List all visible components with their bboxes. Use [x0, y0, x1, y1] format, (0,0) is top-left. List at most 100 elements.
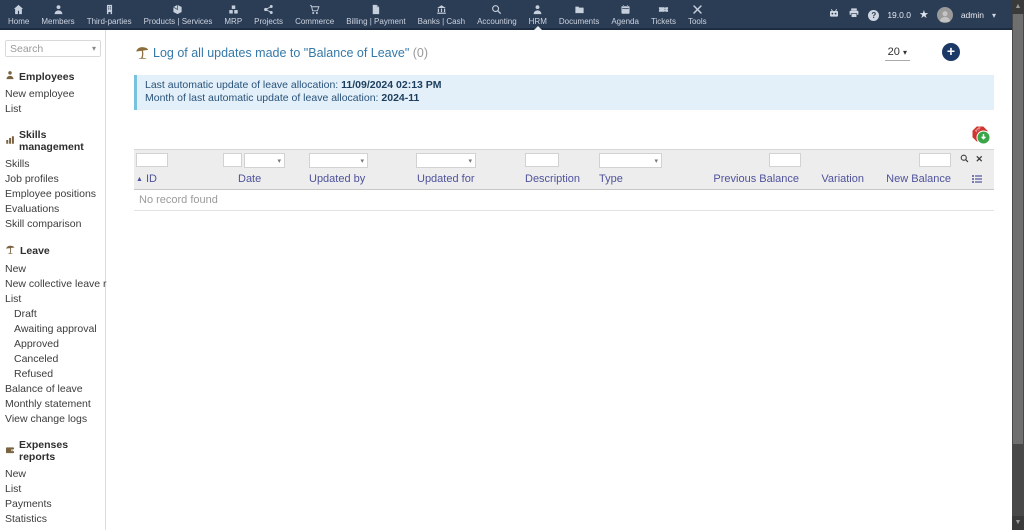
nav-item-label: Agenda	[611, 16, 639, 26]
nav-item-accounting[interactable]: Accounting	[471, 0, 523, 28]
sidebar-item-leave-canceled[interactable]: Canceled	[5, 351, 101, 366]
column-header-id[interactable]: ▲ ID	[136, 173, 157, 185]
bookmark-star-icon[interactable]: ★	[919, 9, 929, 21]
clear-filters-icon[interactable]: ✕	[975, 154, 983, 165]
nav-item-label: Accounting	[477, 16, 517, 26]
sidebar-item-leave-awaiting-approval[interactable]: Awaiting approval	[5, 321, 101, 336]
nav-item-banks-cash[interactable]: Banks | Cash	[412, 0, 471, 28]
sidebar-item-leave-draft[interactable]: Draft	[5, 306, 101, 321]
page-size-select[interactable]: 20 ▾	[884, 45, 910, 61]
sidebar-item-skill-comparison[interactable]: Skill comparison	[5, 216, 101, 231]
sidebar-item-job-profiles[interactable]: Job profiles	[5, 171, 101, 186]
column-header-new-balance[interactable]: New Balance	[886, 173, 951, 185]
nav-item-label: HRM	[528, 16, 547, 26]
column-selector-icon[interactable]	[971, 173, 983, 188]
robot-icon[interactable]	[828, 6, 840, 24]
column-header-type[interactable]: Type	[599, 173, 623, 185]
filter-id-input[interactable]	[136, 153, 168, 167]
nav-item-hrm[interactable]: HRM	[523, 0, 553, 30]
sidebar-item-employee-list[interactable]: List	[5, 101, 101, 116]
chevron-down-icon: ▾	[277, 157, 281, 165]
sidebar-item-leave-list[interactable]: List	[5, 291, 101, 306]
sidebar-item-leave-approved[interactable]: Approved	[5, 336, 101, 351]
nav-item-members[interactable]: Members	[35, 0, 80, 28]
billing-icon	[370, 4, 381, 16]
nav-item-tools[interactable]: Tools	[682, 0, 713, 28]
filter-updated-for-select[interactable]: ▾	[416, 153, 476, 168]
scroll-down-icon[interactable]: ▼	[1012, 516, 1024, 530]
filter-type-select[interactable]: ▾	[599, 153, 662, 168]
nav-item-label: Documents	[558, 16, 600, 26]
user-menu[interactable]: admin	[961, 10, 984, 20]
leave-palm-icon	[135, 45, 150, 65]
filter-date-select[interactable]: ▾	[244, 153, 285, 168]
nav-item-projects[interactable]: Projects	[248, 0, 289, 28]
nav-item-commerce[interactable]: Commerce	[289, 0, 340, 28]
filter-description-input[interactable]	[525, 153, 559, 167]
print-icon[interactable]	[848, 6, 860, 24]
sidebar-item-expenses-statistics[interactable]: Statistics	[5, 511, 101, 526]
filter-date-input[interactable]	[223, 153, 242, 167]
sidebar-item-new-employee[interactable]: New employee	[5, 86, 101, 101]
sidebar-item-employee-positions[interactable]: Employee positions	[5, 186, 101, 201]
third-parties-icon	[104, 4, 115, 16]
export-download-icon[interactable]: PDF	[971, 125, 991, 145]
sidebar-item-balance-of-leave[interactable]: Balance of leave	[5, 381, 101, 396]
sidebar-item-expenses-new[interactable]: New	[5, 466, 101, 481]
sidebar-item-expenses-payments[interactable]: Payments	[5, 496, 101, 511]
skills-icon	[5, 135, 15, 148]
nav-item-label: Tickets	[650, 16, 676, 26]
main-content: Log of all updates made to "Balance of L…	[107, 30, 1012, 530]
filter-updated-by-select[interactable]: ▾	[309, 153, 368, 168]
nav-item-billing-payment[interactable]: Billing | Payment	[340, 0, 411, 28]
sidebar-item-expenses-list[interactable]: List	[5, 481, 101, 496]
search-icon[interactable]	[960, 154, 969, 166]
vertical-scrollbar[interactable]: ▲ ▼	[1012, 0, 1024, 530]
info-line: Last automatic update of leave allocatio…	[145, 79, 986, 92]
add-record-button[interactable]: +	[942, 43, 960, 61]
sidebar-item-new-collective-leave[interactable]: New collective leave requ…	[5, 276, 135, 291]
nav-item-label: Banks | Cash	[417, 16, 466, 26]
nav-item-agenda[interactable]: Agenda	[605, 0, 645, 28]
column-header-variation[interactable]: Variation	[821, 173, 864, 185]
chevron-down-icon[interactable]: ▾	[992, 11, 996, 20]
column-header-updated-for[interactable]: Updated for	[417, 173, 474, 185]
column-header-updated-by[interactable]: Updated by	[309, 173, 365, 185]
info-label: Last automatic update of leave allocatio…	[145, 79, 342, 91]
sidebar-section-skills: Skills management	[5, 129, 101, 153]
user-avatar[interactable]	[936, 7, 953, 23]
nav-item-label: Commerce	[295, 16, 335, 26]
tools-icon	[692, 4, 703, 16]
help-icon[interactable]: ?	[868, 9, 880, 21]
page-title: Log of all updates made to "Balance of L…	[153, 46, 428, 60]
nav-item-documents[interactable]: Documents	[553, 0, 605, 28]
nav-item-third-parties[interactable]: Third-parties	[81, 0, 138, 28]
chevron-down-icon: ▾	[902, 48, 907, 57]
scroll-up-icon[interactable]: ▲	[1012, 0, 1024, 14]
app-window: Home Members Third-parties Products | Se…	[0, 0, 1024, 530]
column-header-date[interactable]: Date	[238, 173, 261, 185]
sidebar-item-skills[interactable]: Skills	[5, 156, 101, 171]
nav-item-label: Home	[8, 16, 30, 26]
page-size-value: 20	[887, 46, 900, 58]
agenda-icon	[620, 4, 631, 16]
sidebar-item-monthly-statement[interactable]: Monthly statement	[5, 396, 101, 411]
info-value: 11/09/2024 02:13 PM	[341, 79, 442, 91]
change-log-table: ▾ ▾ ▾ ▾ ✕ ▲ ID Date Updated by Updated f…	[134, 149, 994, 211]
sidebar-item-leave-refused[interactable]: Refused	[5, 366, 101, 381]
sidebar-item-leave-new[interactable]: New	[5, 261, 101, 276]
nav-item-tickets[interactable]: Tickets	[645, 0, 682, 28]
filter-previous-balance-input[interactable]	[769, 153, 801, 167]
sidebar-item-evaluations[interactable]: Evaluations	[5, 201, 101, 216]
column-header-previous-balance[interactable]: Previous Balance	[713, 173, 799, 185]
empty-state-text: No record found	[139, 194, 218, 206]
nav-item-home[interactable]: Home	[2, 0, 35, 28]
filter-new-balance-input[interactable]	[919, 153, 951, 167]
column-header-description[interactable]: Description	[525, 173, 580, 185]
sidebar-item-view-change-logs[interactable]: View change logs	[5, 411, 101, 426]
sidebar-search-combo[interactable]: Search ▾	[5, 40, 101, 57]
nav-item-mrp[interactable]: MRP	[218, 0, 248, 28]
scrollbar-thumb[interactable]	[1013, 14, 1023, 444]
chevron-down-icon: ▾	[654, 157, 658, 165]
nav-item-products-services[interactable]: Products | Services	[138, 0, 219, 28]
